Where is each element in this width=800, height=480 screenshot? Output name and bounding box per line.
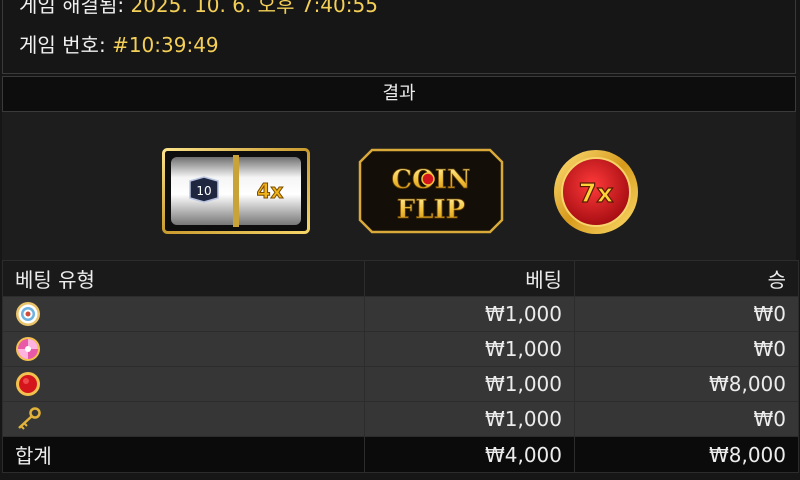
win-amount: ₩0 <box>574 296 799 332</box>
game-info-panel: 게임 해결됨: 2025. 10. 6. 오후 7:40:55 게임 번호: #… <box>2 0 796 74</box>
coinflip-logo: COIN FLIP <box>358 148 504 234</box>
table-row: ₩1,000 ₩0 <box>2 401 799 437</box>
settled-line: 게임 해결됨: 2025. 10. 6. 오후 7:40:55 <box>19 0 378 18</box>
col-bet-type: 베팅 유형 <box>2 260 365 297</box>
win-amount: ₩8,000 <box>574 366 799 402</box>
bet-table-header: 베팅 유형 베팅 승 <box>2 260 799 297</box>
bet-amount: ₩1,000 <box>364 401 575 437</box>
settled-value: 2025. 10. 6. 오후 7:40:55 <box>130 0 378 17</box>
multiplier-value: 7x <box>579 179 614 209</box>
key-bet-icon <box>15 406 41 432</box>
col-bet: 베팅 <box>364 260 575 297</box>
slot-reel-result: 10 4x <box>162 148 310 234</box>
win-amount: ₩0 <box>574 331 799 367</box>
target-bet-icon <box>15 301 41 327</box>
bet-amount: ₩1,000 <box>364 366 575 402</box>
bet-table: 베팅 유형 베팅 승 ₩1,000 ₩0 ₩1,000 ₩0 ₩1,000 ₩8… <box>2 260 799 473</box>
col-win: 승 <box>574 260 799 297</box>
total-row: 합계 ₩4,000 ₩8,000 <box>2 436 799 473</box>
candy-bet-icon <box>15 336 41 362</box>
reel-right-value: 4x <box>257 179 284 203</box>
total-bet: ₩4,000 <box>364 436 575 473</box>
red-coin-bet-icon <box>15 371 41 397</box>
game-number-line: 게임 번호: #10:39:49 <box>19 29 219 58</box>
table-row: ₩1,000 ₩0 <box>2 331 799 367</box>
table-row: ₩1,000 ₩8,000 <box>2 366 799 402</box>
settled-label: 게임 해결됨: <box>19 0 125 17</box>
win-amount: ₩0 <box>574 401 799 437</box>
bet-amount: ₩1,000 <box>364 296 575 332</box>
reel-left-value: 10 <box>196 184 211 198</box>
game-number-label: 게임 번호: <box>19 33 106 57</box>
table-row: ₩1,000 ₩0 <box>2 296 799 332</box>
total-label: 합계 <box>2 436 365 473</box>
total-win: ₩8,000 <box>574 436 799 473</box>
result-header: 결과 <box>2 76 796 112</box>
coinflip-line2: FLIP <box>397 195 465 225</box>
multiplier-coin: 7x <box>552 148 640 236</box>
bet-amount: ₩1,000 <box>364 331 575 367</box>
game-number-value: #10:39:49 <box>112 33 219 57</box>
